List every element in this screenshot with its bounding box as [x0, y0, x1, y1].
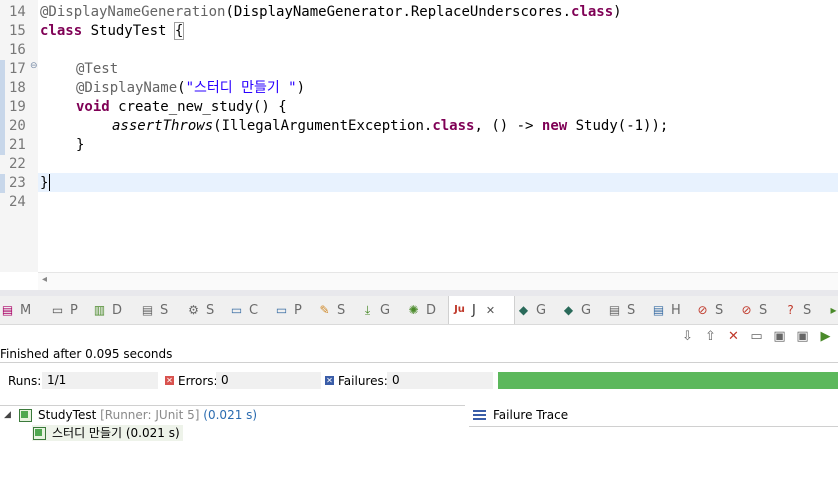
- tab-git[interactable]: ⤓ G: [360, 296, 390, 324]
- list-icon: ▤: [608, 303, 621, 317]
- markers-icon: ▤: [1, 303, 14, 317]
- runs-value: 1/1: [42, 372, 158, 389]
- show-skipped-icon[interactable]: ▭: [745, 327, 768, 347]
- tab-console[interactable]: ▭ C: [229, 296, 258, 324]
- failure-trace-header: Failure Trace: [473, 407, 568, 423]
- tab-gradle-executions[interactable]: ◆ G: [561, 296, 591, 324]
- failure-icon: ✕: [325, 376, 334, 385]
- divider: [469, 426, 838, 427]
- test-method-icon: [32, 426, 47, 440]
- divider: [0, 362, 838, 363]
- test-time: (0.021 s): [203, 408, 258, 422]
- blocked-icon: ⊘: [741, 303, 752, 317]
- snippets-icon: ▤: [141, 303, 154, 317]
- errors-label: Errors:: [178, 374, 218, 388]
- debug-icon: ✺: [408, 303, 419, 317]
- line-number: 23: [0, 174, 37, 193]
- tab-s[interactable]: ▤ S: [607, 296, 635, 324]
- line-number: 19: [0, 98, 37, 117]
- more-icon: ▸: [830, 303, 837, 317]
- tab-junit[interactable]: Ju J ✕: [448, 296, 515, 324]
- stack-trace-icon: [473, 409, 486, 421]
- tab-search[interactable]: ✎ S: [317, 296, 345, 324]
- tab-markers[interactable]: ▤ M: [0, 296, 31, 324]
- show-failures-only-icon[interactable]: ✕: [722, 327, 745, 347]
- history-icon: ▤: [652, 303, 665, 317]
- servers-icon: ⚙: [188, 303, 199, 317]
- help-icon: ?: [787, 303, 794, 317]
- code-line-15: class StudyTest {: [40, 22, 185, 40]
- line-number: 16: [9, 42, 26, 58]
- line-number: 20: [0, 117, 37, 136]
- line-number: 21: [0, 136, 37, 155]
- line-number: 18: [0, 79, 37, 98]
- tab-properties[interactable]: ▭ P: [50, 296, 78, 324]
- scroll-lock-icon[interactable]: ▣: [768, 327, 791, 347]
- scroll-left-icon[interactable]: ◂: [42, 274, 47, 285]
- test-method-label: 스터디 만들기 (0.021 s): [52, 426, 180, 440]
- failure-trace-label: Failure Trace: [493, 408, 569, 422]
- code-line-19: void create_new_study() {: [76, 99, 287, 115]
- code-line-18: @DisplayName("스터디 만들기 "): [76, 80, 306, 96]
- progress-icon: ▭: [275, 303, 288, 317]
- gradle-icon: ◆: [563, 303, 574, 317]
- text-caret: [49, 174, 50, 191]
- current-line-highlight: [38, 173, 838, 192]
- next-failure-icon[interactable]: ⇩: [676, 327, 699, 347]
- git-icon: ⤓: [364, 303, 371, 317]
- line-number: 22: [9, 156, 26, 172]
- blocked-icon: ⊘: [697, 303, 708, 317]
- runner-label: [Runner: JUnit 5]: [100, 408, 200, 422]
- fold-collapse-icon[interactable]: ⊖: [30, 61, 38, 71]
- properties-icon: ▭: [51, 303, 64, 317]
- tab-s3[interactable]: ⊘ S: [739, 296, 767, 324]
- finished-status: Finished after 0.095 seconds: [0, 347, 173, 361]
- tab-snippets[interactable]: ▤ S: [140, 296, 168, 324]
- code-line-20: assertThrows(IllegalArgumentException.cl…: [112, 118, 669, 134]
- tab-servers[interactable]: ⚙ S: [186, 296, 214, 324]
- tab-history[interactable]: ▤ H: [651, 296, 681, 324]
- junit-toolbar: ⇩ ⇧ ✕ ▭ ▣ ▣ ▶ ▶: [676, 327, 838, 347]
- failures-value: 0: [387, 372, 493, 389]
- line-number: 14: [9, 4, 26, 20]
- junit-icon: Ju: [454, 304, 465, 315]
- error-icon: ✕: [165, 376, 174, 385]
- tree-child-row[interactable]: 스터디 만들기 (0.021 s): [32, 425, 183, 441]
- previous-failure-icon[interactable]: ⇧: [699, 327, 722, 347]
- tab-data-source[interactable]: ▥ D: [92, 296, 122, 324]
- test-class-icon: [18, 408, 33, 422]
- tree-root-row[interactable]: ◢ StudyTest [Runner: JUnit 5] (0.021 s): [4, 407, 257, 423]
- tab-s4[interactable]: ? S: [783, 296, 811, 324]
- code-line-21: }: [76, 137, 85, 153]
- console-icon: ▭: [230, 303, 243, 317]
- line-number: 15: [9, 23, 26, 39]
- code-editor[interactable]: 14 15 16 17 18 19 20 21 22 23 24 ⊖ @Disp…: [0, 0, 838, 290]
- line-number: 24: [9, 194, 26, 210]
- test-class-name: StudyTest: [38, 408, 97, 422]
- code-line-23: }: [40, 175, 49, 191]
- close-tab-icon[interactable]: ✕: [486, 304, 495, 317]
- view-tab-bar: ▤ M ▭ P ▥ D ▤ S ⚙ S ▭ C ▭ P ✎ S ⤓ G ✺ D Ju J ✕ ◆ G ◆ G…: [0, 296, 838, 325]
- test-progress-bar: [498, 372, 838, 389]
- code-line-14: @DisplayNameGeneration(DisplayNameGenera…: [40, 4, 622, 20]
- tab-s2[interactable]: ⊘ S: [695, 296, 723, 324]
- tab-progress[interactable]: ▭ P: [274, 296, 302, 324]
- tab-gradle-tasks[interactable]: ◆ G: [516, 296, 546, 324]
- horizontal-scrollbar[interactable]: ◂: [38, 272, 838, 290]
- runs-label: Runs:: [8, 374, 42, 388]
- tab-debug[interactable]: ✺ D: [406, 296, 436, 324]
- history-icon[interactable]: ▣: [791, 327, 814, 347]
- gradle-icon: ◆: [518, 303, 529, 317]
- errors-value: 0: [216, 372, 321, 389]
- tab-more[interactable]: ▸: [826, 296, 838, 324]
- expand-arrow-icon[interactable]: ◢: [4, 407, 18, 423]
- code-line-17: @Test: [76, 61, 119, 77]
- matching-brace: {: [173, 22, 185, 40]
- failures-label: Failures:: [338, 374, 388, 388]
- data-source-icon: ▥: [93, 303, 106, 317]
- divider: [0, 405, 465, 406]
- rerun-test-icon[interactable]: ▶: [814, 327, 837, 347]
- search-icon: ✎: [319, 303, 330, 317]
